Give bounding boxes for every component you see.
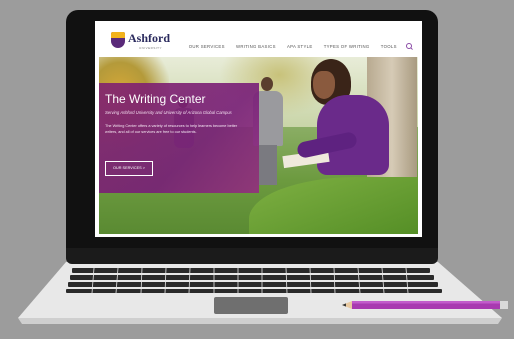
pencil-icon xyxy=(342,301,508,309)
keyboard xyxy=(66,267,442,294)
trackpad xyxy=(214,297,288,314)
